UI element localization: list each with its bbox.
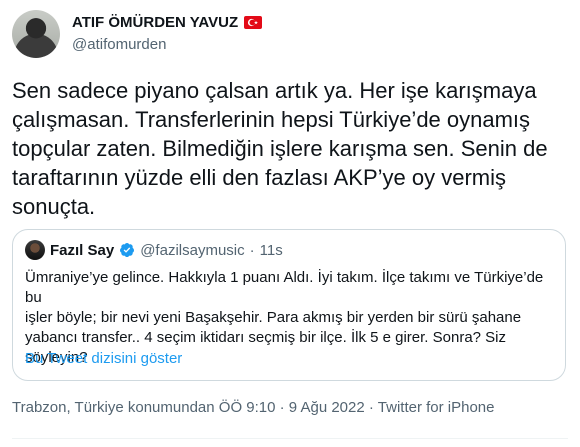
tweet-text: Sen sadece piyano çalsan artık ya. Her i…	[12, 78, 548, 219]
turkey-flag-icon	[244, 16, 263, 29]
quoted-author-handle: @fazilsaymusic	[140, 241, 245, 259]
quoted-time-separator: ·	[249, 241, 255, 259]
quoted-timestamp: 11s	[259, 241, 283, 259]
author-display-name[interactable]: ATIF ÖMÜRDEN YAVUZ	[72, 14, 238, 31]
quoted-tweet-header: Fazıl Say @fazilsaymusic · 11s	[25, 240, 283, 260]
verified-badge-icon	[119, 242, 135, 258]
author-handle[interactable]: @atifomurden	[72, 36, 166, 53]
quoted-author-name: Fazıl Say	[50, 241, 115, 259]
author-avatar[interactable]	[12, 10, 60, 58]
author-name-row: ATIF ÖMÜRDEN YAVUZ	[72, 14, 263, 31]
tweet-metadata: Trabzon, Türkiye konumundan ÖÖ 9:10 · 9 …	[12, 399, 495, 416]
quoted-tweet[interactable]: Fazıl Say @fazilsaymusic · 11s Ümraniye’…	[12, 229, 566, 381]
quoted-author-avatar	[25, 240, 45, 260]
tweet-header: ATIF ÖMÜRDEN YAVUZ @atifomurden	[12, 10, 568, 62]
show-thread-link[interactable]: Bu Tweet dizisini göster	[25, 350, 182, 367]
divider	[12, 438, 568, 439]
